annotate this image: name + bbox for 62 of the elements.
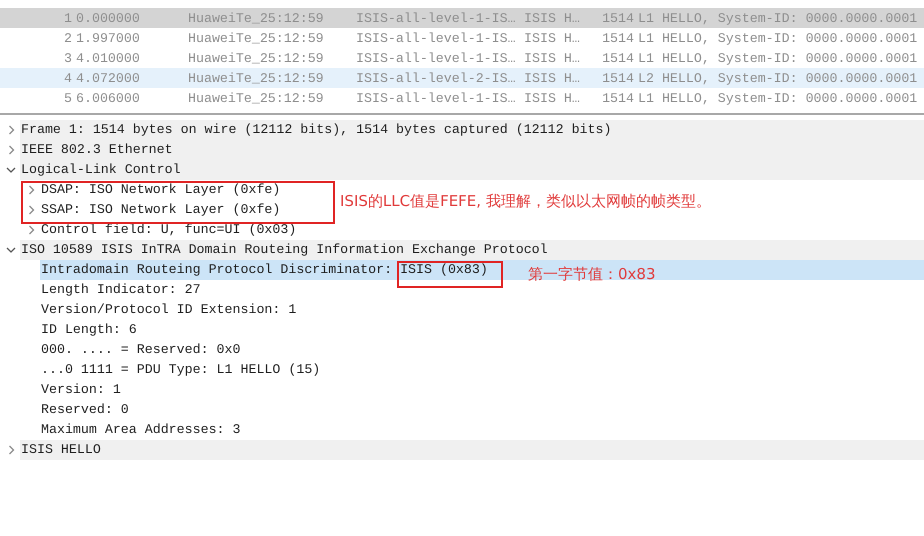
table-cell-text: ISIS H… — [523, 10, 581, 26]
table-cell-text: 4 — [63, 70, 72, 86]
detail-item[interactable]: SSAP: ISO Network Layer (0xfe) — [40, 200, 280, 220]
detail-item[interactable]: Reserved: 0 — [40, 400, 129, 420]
table-cell-text: ISIS-all-level-1-IS… — [355, 30, 517, 46]
table-cell-text: 1514 — [601, 70, 634, 86]
expand-icon[interactable] — [8, 145, 14, 155]
table-cell-text: 4.010000 — [75, 50, 141, 66]
expand-icon[interactable] — [8, 445, 14, 455]
table-cell-text: L1 HELLO, System-ID: 0000.0000.0001 — [637, 10, 918, 26]
detail-item[interactable]: ID Length: 6 — [40, 320, 137, 340]
table-cell-text: 1514 — [601, 90, 634, 106]
table-cell-text: 2 — [63, 30, 72, 46]
table-cell-text: ISIS-all-level-1-IS… — [355, 10, 517, 26]
annotation-text: ISIS的LLC值是FEFE, 我理解，类似以太网帧的帧类型。 — [340, 192, 711, 211]
table-cell-text: 0.000000 — [75, 10, 141, 26]
table-cell-text: 3 — [63, 50, 72, 66]
detail-item[interactable]: ...0 1111 = PDU Type: L1 HELLO (15) — [40, 360, 320, 380]
table-cell-text: HuaweiTe_25:12:59 — [187, 90, 325, 106]
detail-item[interactable]: Frame 1: 1514 bytes on wire (12112 bits), 1514 bytes captured (12112 bits) — [20, 120, 612, 140]
detail-item[interactable]: Intradomain Routeing Protocol Discriminator: ISIS (0x83) — [40, 260, 488, 280]
detail-item[interactable]: ISIS HELLO — [20, 440, 101, 460]
detail-item[interactable]: Version: 1 — [40, 380, 121, 400]
detail-item[interactable]: ISO 10589 ISIS InTRA Domain Routeing Information Exchange Protocol — [20, 240, 548, 260]
table-cell-text: L1 HELLO, System-ID: 0000.0000.0001 — [637, 30, 918, 46]
expand-icon[interactable] — [28, 205, 34, 215]
expand-icon[interactable] — [28, 225, 34, 235]
detail-item[interactable]: DSAP: ISO Network Layer (0xfe) — [40, 180, 280, 200]
table-cell-text: ISIS-all-level-1-IS… — [355, 50, 517, 66]
table-cell-text: ISIS H… — [523, 90, 581, 106]
collapse-icon[interactable] — [6, 246, 16, 254]
detail-item[interactable]: Control field: U, func=UI (0x03) — [40, 220, 296, 240]
table-cell-text: ISIS H… — [523, 50, 581, 66]
table-cell-text: HuaweiTe_25:12:59 — [187, 70, 325, 86]
table-cell-text: ISIS-all-level-2-IS… — [355, 70, 517, 86]
table-cell-text: HuaweiTe_25:12:59 — [187, 10, 325, 26]
table-cell-text: 5 — [63, 90, 72, 106]
table-cell-text: L2 HELLO, System-ID: 0000.0000.0001 — [637, 70, 918, 86]
table-cell-text: HuaweiTe_25:12:59 — [187, 30, 325, 46]
expand-icon[interactable] — [8, 125, 14, 135]
table-cell-text: 4.072000 — [75, 70, 141, 86]
table-cell-text: ISIS H… — [523, 30, 581, 46]
table-cell-text: ISIS H… — [523, 70, 581, 86]
annotation-text: 第一字节值：0x83 — [528, 265, 656, 284]
detail-item[interactable]: Length Indicator: 27 — [40, 280, 201, 300]
table-cell-text: 1.997000 — [75, 30, 141, 46]
table-cell-text: ISIS-all-level-1-IS… — [355, 90, 517, 106]
table-cell-text: 1514 — [601, 50, 634, 66]
collapse-icon[interactable] — [6, 166, 16, 174]
detail-item[interactable]: Maximum Area Addresses: 3 — [40, 420, 240, 440]
table-cell-text: 1514 — [601, 10, 634, 26]
table-cell-text: L1 HELLO, System-ID: 0000.0000.0001 — [637, 90, 918, 106]
table-cell-text: L1 HELLO, System-ID: 0000.0000.0001 — [637, 50, 918, 66]
detail-item[interactable]: Version/Protocol ID Extension: 1 — [40, 300, 296, 320]
detail-item[interactable]: Logical-Link Control — [20, 160, 181, 180]
expand-icon[interactable] — [28, 185, 34, 195]
detail-item[interactable]: 000. .... = Reserved: 0x0 — [40, 340, 240, 360]
table-cell-text: 1514 — [601, 30, 634, 46]
table-cell-text: HuaweiTe_25:12:59 — [187, 50, 325, 66]
table-cell-text: 1 — [63, 10, 72, 26]
table-cell-text: 6.006000 — [75, 90, 141, 106]
detail-item[interactable]: IEEE 802.3 Ethernet — [20, 140, 173, 160]
